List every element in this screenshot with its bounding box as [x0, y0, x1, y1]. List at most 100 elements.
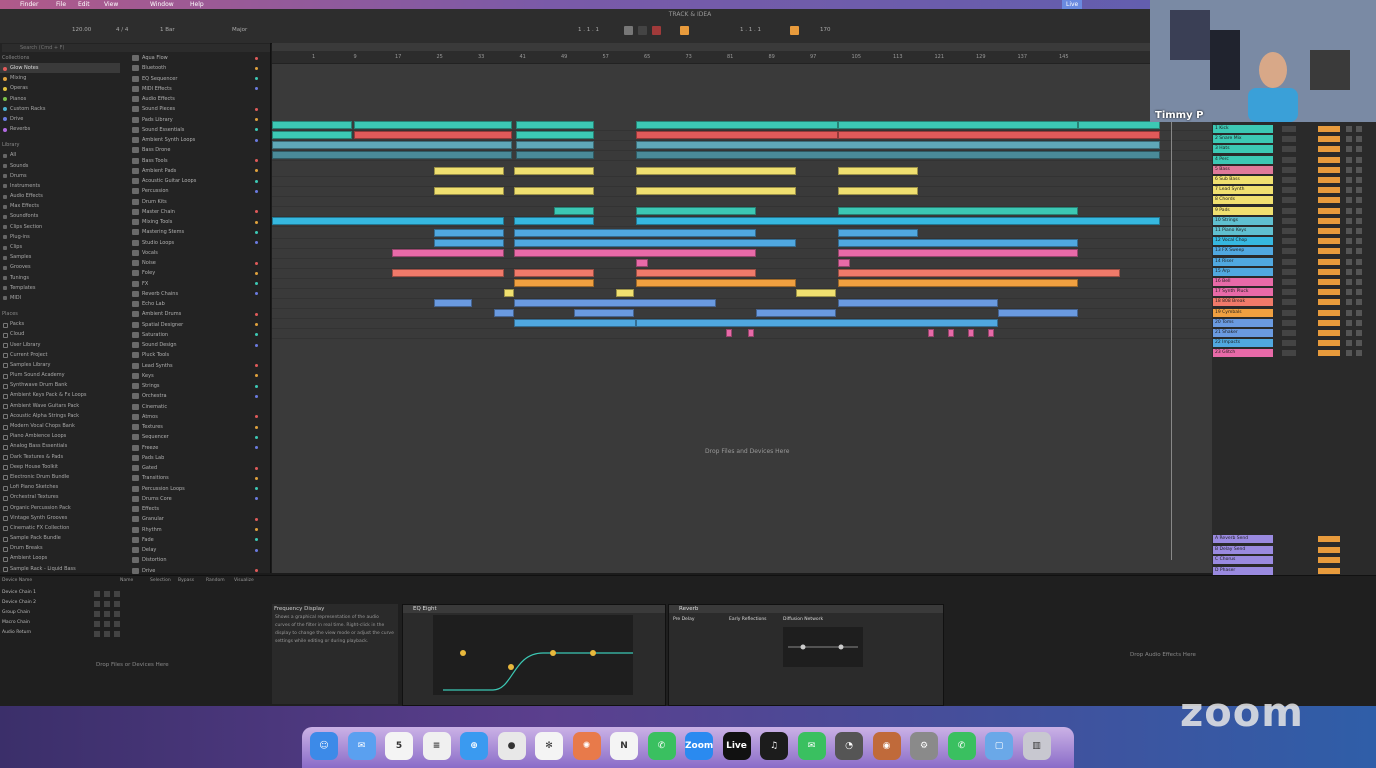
- track-name[interactable]: 4 Perc: [1213, 155, 1273, 164]
- chain-toggle-button[interactable]: [94, 621, 100, 627]
- browser-item[interactable]: Sound Pieces: [124, 104, 262, 114]
- track-name[interactable]: 13 FX Sweep: [1213, 247, 1273, 256]
- return-name[interactable]: B Delay Send: [1213, 545, 1273, 554]
- solo-button[interactable]: [1346, 319, 1352, 326]
- browser-item[interactable]: MIDI Effects: [124, 84, 262, 94]
- solo-button[interactable]: [1346, 197, 1352, 204]
- browser-item[interactable]: Mixing Tools: [124, 217, 262, 227]
- clip[interactable]: [504, 289, 514, 297]
- browser-item[interactable]: Sound Essentials: [124, 125, 262, 135]
- table-row[interactable]: Device Chain 2: [0, 599, 266, 609]
- track-name[interactable]: 1 Kick: [1213, 125, 1273, 133]
- track-lane[interactable]: [272, 319, 1212, 329]
- browser-item[interactable]: Sequencer: [124, 432, 262, 442]
- table-header[interactable]: Random: [206, 578, 225, 583]
- clip[interactable]: [838, 187, 918, 195]
- chain-toggle-button[interactable]: [104, 601, 110, 607]
- loop-position[interactable]: 1 . 1 . 1: [740, 27, 761, 33]
- input-routing[interactable]: [1282, 136, 1296, 143]
- menu-view[interactable]: View: [104, 0, 118, 9]
- library-item[interactable]: Soundfonts: [0, 211, 120, 221]
- return-track[interactable]: D Phaser: [1212, 566, 1376, 576]
- arm-button[interactable]: [1356, 146, 1362, 153]
- browser-item[interactable]: Percussion Loops: [124, 484, 262, 494]
- mixer-track[interactable]: 9 Pads: [1212, 206, 1376, 216]
- mixer-track[interactable]: 4 Perc: [1212, 155, 1376, 165]
- input-routing[interactable]: [1282, 319, 1296, 326]
- mixer-track[interactable]: 21 Shaker: [1212, 328, 1376, 338]
- mixer-track[interactable]: 6 Sub Bass: [1212, 175, 1376, 185]
- volume-field[interactable]: [1318, 228, 1340, 234]
- solo-button[interactable]: [1346, 136, 1352, 143]
- menu-help[interactable]: Help: [190, 0, 204, 9]
- input-routing[interactable]: [1282, 258, 1296, 265]
- browser-item[interactable]: Sound Design: [124, 340, 262, 350]
- place-item[interactable]: Plum Sound Academy: [0, 370, 120, 380]
- track-name[interactable]: 10 Strings: [1213, 216, 1273, 225]
- return-volume[interactable]: [1318, 546, 1340, 553]
- browser-item[interactable]: Vocals: [124, 248, 262, 258]
- clip[interactable]: [616, 289, 634, 297]
- messages-icon[interactable]: ✉: [797, 732, 826, 760]
- browser-item[interactable]: Distortion: [124, 555, 262, 565]
- clip[interactable]: [838, 269, 1120, 277]
- arm-button[interactable]: [1356, 279, 1362, 285]
- table-header[interactable]: Visualize: [234, 578, 254, 583]
- clip[interactable]: [434, 187, 504, 195]
- arm-button[interactable]: [1356, 187, 1362, 194]
- mixer-track[interactable]: 1 Kick: [1212, 124, 1376, 134]
- settings-icon[interactable]: ⚙: [910, 732, 938, 760]
- track-name[interactable]: 16 Bell: [1213, 278, 1273, 286]
- automation-arm-button[interactable]: [680, 26, 689, 35]
- volume-field[interactable]: [1318, 136, 1340, 143]
- input-routing[interactable]: [1282, 350, 1296, 357]
- collection-item[interactable]: Drive: [0, 114, 120, 124]
- library-item[interactable]: MIDI: [0, 293, 120, 303]
- library-item[interactable]: Grooves: [0, 262, 120, 272]
- browser-item[interactable]: Pads Library: [124, 115, 262, 125]
- browser-item[interactable]: Pads Lab: [124, 453, 262, 463]
- clip[interactable]: [636, 217, 1160, 225]
- input-routing[interactable]: [1282, 207, 1296, 214]
- place-item[interactable]: Piano Ambience Loops: [0, 431, 120, 441]
- clip[interactable]: [514, 249, 756, 257]
- clip[interactable]: [838, 131, 1160, 139]
- track-lane[interactable]: [272, 299, 1212, 309]
- input-routing[interactable]: [1282, 187, 1296, 194]
- mixer-track[interactable]: 10 Strings: [1212, 216, 1376, 226]
- browser-item[interactable]: Bass Drone: [124, 145, 262, 155]
- clip[interactable]: [272, 217, 504, 225]
- mixer-track[interactable]: 23 Glitch: [1212, 348, 1376, 358]
- volume-field[interactable]: [1318, 330, 1340, 336]
- place-item[interactable]: Ambient Keys Pack & Fx Loops: [0, 390, 120, 400]
- track-lane[interactable]: [272, 207, 1212, 217]
- clip[interactable]: [928, 329, 934, 337]
- track-lane[interactable]: [272, 177, 1212, 187]
- track-lane[interactable]: [272, 289, 1212, 299]
- place-item[interactable]: Sample Rack - Liquid Bass: [0, 564, 120, 574]
- reverb-device[interactable]: Reverb Pre Delay Early Reflections Diffu…: [668, 604, 944, 706]
- volume-field[interactable]: [1318, 187, 1340, 194]
- browser-search[interactable]: Search (Cmd + F): [2, 44, 270, 52]
- clip[interactable]: [636, 259, 648, 267]
- solo-button[interactable]: [1346, 309, 1352, 316]
- place-item[interactable]: Cinematic FX Collection: [0, 523, 120, 533]
- solo-button[interactable]: [1346, 289, 1352, 296]
- mixer-track[interactable]: 15 Arp: [1212, 267, 1376, 277]
- arm-button[interactable]: [1356, 238, 1362, 245]
- clip[interactable]: [636, 319, 998, 327]
- clip[interactable]: [636, 279, 796, 287]
- arm-button[interactable]: [1356, 197, 1362, 204]
- input-routing[interactable]: [1282, 197, 1296, 204]
- arm-button[interactable]: [1356, 126, 1362, 132]
- library-item[interactable]: Samples: [0, 252, 120, 262]
- input-routing[interactable]: [1282, 228, 1296, 234]
- input-routing[interactable]: [1282, 340, 1296, 347]
- clip[interactable]: [838, 279, 1078, 287]
- table-header[interactable]: Device Name: [2, 578, 32, 583]
- browser-item[interactable]: Saturation: [124, 330, 262, 340]
- menu-window[interactable]: Window: [150, 0, 174, 9]
- clip[interactable]: [756, 309, 836, 317]
- zoom-level[interactable]: 170: [820, 27, 831, 33]
- place-item[interactable]: Drum Breaks: [0, 543, 120, 553]
